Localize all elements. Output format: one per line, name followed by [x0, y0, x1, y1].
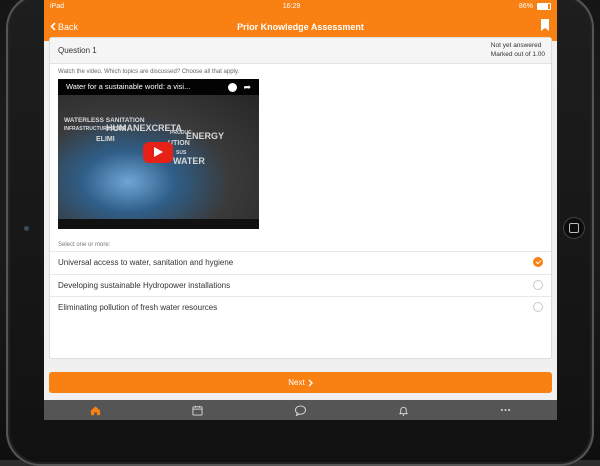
back-label: Back: [58, 21, 79, 32]
watch-later-icon[interactable]: [228, 83, 237, 92]
thumbnail-word: WATER: [173, 156, 205, 166]
video-footer: [58, 219, 259, 229]
bell-icon: [398, 406, 408, 416]
video-title-bar: Water for a sustainable world: a visi...…: [58, 79, 259, 95]
video-title: Water for a sustainable world: a visi...: [66, 82, 191, 91]
back-button[interactable]: Back: [44, 22, 78, 32]
app-screen: iPad 16:29 86% Back Prior Knowledge Asse…: [44, 0, 557, 420]
clock: 16:29: [282, 2, 301, 10]
option-checkbox[interactable]: [533, 302, 543, 312]
answer-option[interactable]: Universal access to water, sanitation an…: [50, 251, 551, 274]
video-player[interactable]: WATERLESS SANITATION INFRASTRUCTURE USES…: [58, 79, 259, 229]
option-label: Universal access to water, sanitation an…: [58, 258, 234, 267]
status-right: 86%: [518, 2, 551, 10]
tab-more[interactable]: [496, 400, 516, 420]
home-icon: [90, 405, 100, 415]
question-number: Question 1: [58, 46, 97, 55]
play-button[interactable]: [143, 142, 173, 163]
chat-icon: [294, 404, 306, 416]
thumbnail-word: ELIMI: [96, 136, 115, 143]
answer-option[interactable]: Developing sustainable Hydropower instal…: [50, 274, 551, 297]
status-bar: iPad 16:29 86%: [44, 0, 557, 12]
thumbnail-word: PRODUC: [170, 130, 192, 136]
calendar-icon: [192, 405, 203, 416]
page-title: Prior Knowledge Assessment: [237, 21, 364, 32]
tab-calendar[interactable]: [188, 400, 208, 420]
device-label: iPad: [50, 2, 65, 10]
answer-state: Not yet answered: [490, 42, 542, 49]
more-icon: [500, 408, 511, 412]
bookmark-icon[interactable]: [541, 19, 549, 31]
next-button[interactable]: Next: [49, 372, 552, 393]
option-checkbox[interactable]: [533, 257, 543, 267]
tab-notifications[interactable]: [393, 400, 413, 420]
device-frame: iPad 16:29 86% Back Prior Knowledge Asse…: [0, 0, 600, 466]
select-instruction: Select one or more:: [58, 242, 111, 248]
chevron-right-icon: [308, 379, 313, 386]
answer-option[interactable]: Eliminating pollution of fresh water res…: [50, 296, 551, 319]
question-card: Question 1 Not yet answered Marked out o…: [49, 37, 552, 359]
question-header: Question 1 Not yet answered Marked out o…: [50, 38, 551, 64]
question-marks: Marked out of 1.00: [490, 51, 545, 58]
share-icon[interactable]: ➦: [243, 82, 251, 92]
next-label: Next: [288, 378, 305, 387]
camera-icon: [24, 226, 29, 231]
tab-messages[interactable]: [290, 400, 310, 420]
home-button[interactable]: [563, 217, 585, 239]
bottom-tab-bar: [44, 400, 557, 420]
question-status: Not yet answered Marked out of 1.00: [491, 41, 545, 59]
thumbnail-word: SUS: [176, 150, 187, 156]
battery-percent: 86%: [518, 2, 533, 10]
tab-home[interactable]: [85, 400, 105, 420]
chevron-left-icon: [50, 22, 56, 31]
question-prompt: Watch the video. Which topics are discus…: [58, 69, 240, 75]
option-checkbox[interactable]: [533, 280, 543, 290]
option-label: Developing sustainable Hydropower instal…: [58, 281, 231, 290]
battery-icon: [537, 2, 551, 10]
option-label: Eliminating pollution of fresh water res…: [58, 303, 218, 312]
